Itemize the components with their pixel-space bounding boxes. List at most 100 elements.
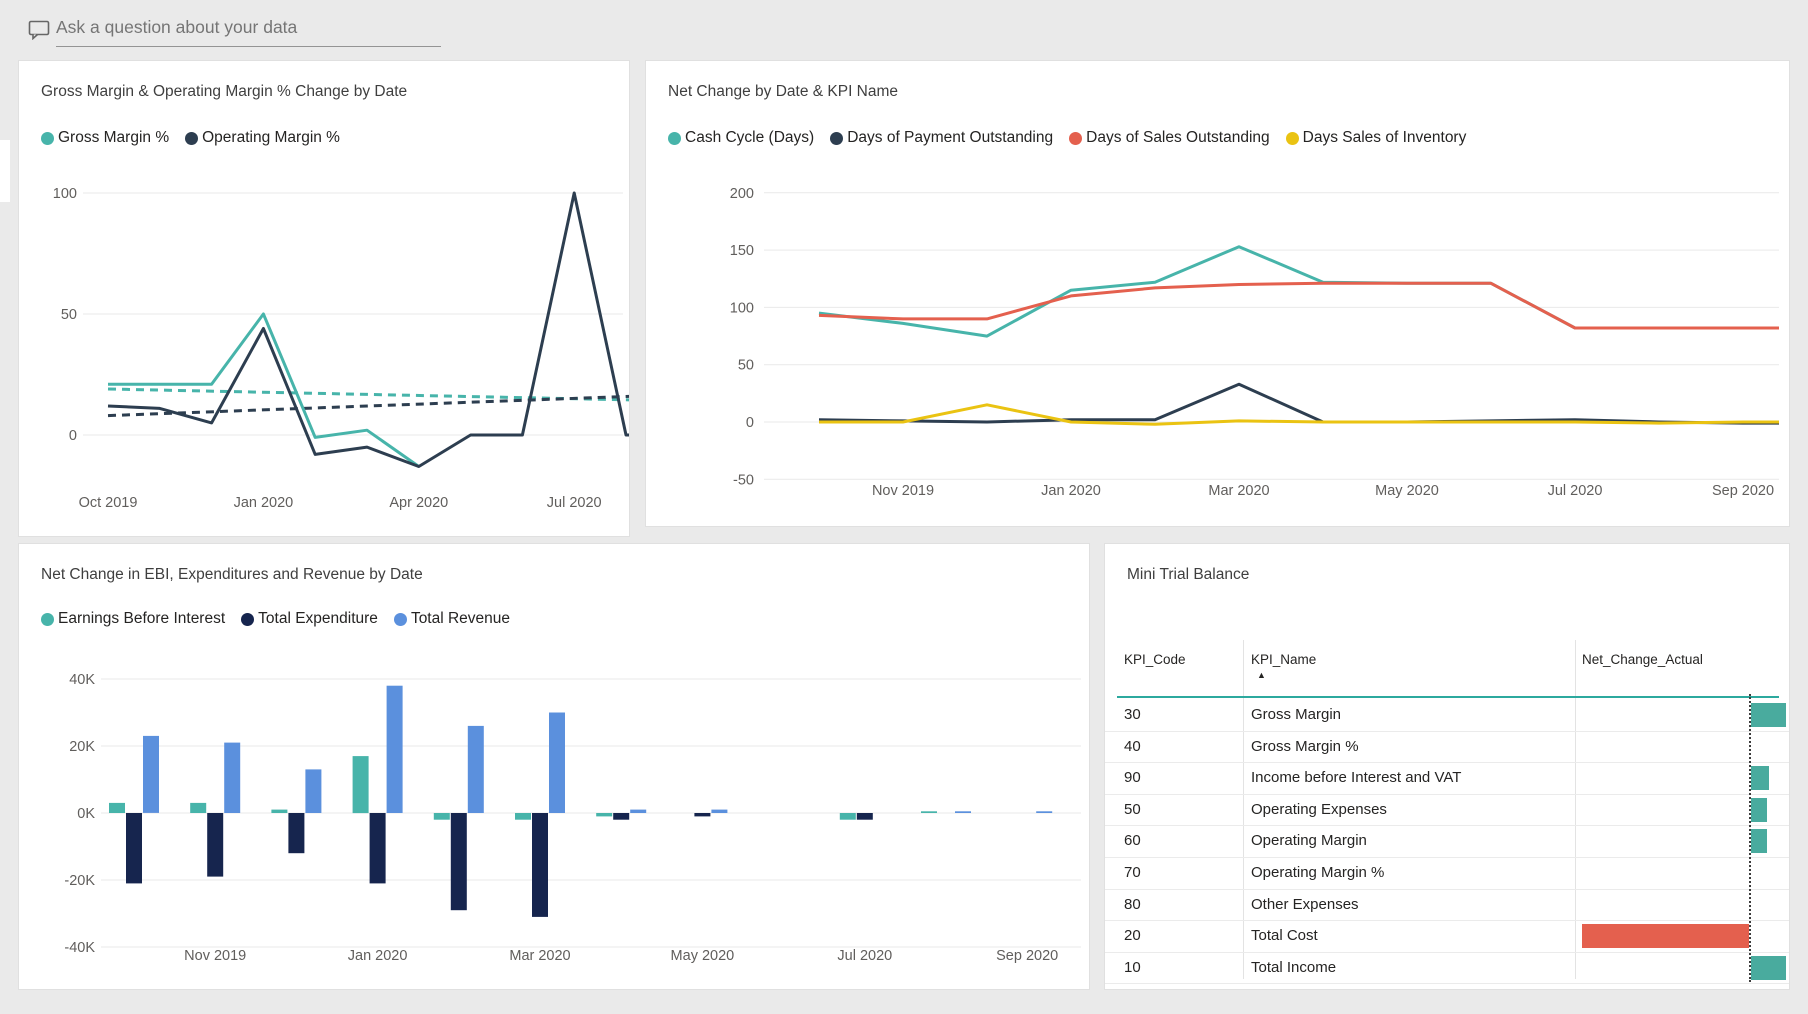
bar[interactable] (143, 735, 159, 813)
series-line[interactable] (818, 281, 1779, 330)
bar[interactable] (630, 809, 647, 813)
net-change-data-bar[interactable] (1582, 924, 1749, 949)
kpi-name-cell: Other Expenses (1251, 895, 1359, 913)
x-tick-label: Nov 2019 (184, 948, 246, 964)
table-row[interactable]: 50 Operating Expenses (1105, 795, 1789, 827)
bar-chart-canvas[interactable]: 40K 20K 0K -20K -40K Nov 2019 Jan 2020 Mar 2020… (19, 544, 1089, 989)
column-header-kpi-name[interactable]: KPI_Name (1251, 652, 1316, 667)
x-tick-label: Jan 2020 (1041, 483, 1101, 499)
x-tick-label: Jan 2020 (234, 495, 294, 511)
kpi-name-cell: Operating Expenses (1251, 800, 1387, 818)
bar[interactable] (126, 813, 142, 884)
y-tick-label: 200 (730, 186, 754, 202)
bar[interactable] (711, 809, 728, 813)
kpi-name-cell: Operating Margin (1251, 832, 1367, 850)
bar[interactable] (109, 802, 125, 813)
net-change-data-bar[interactable] (1751, 703, 1786, 727)
visual-kpi-line-chart: Net Change by Date & KPI Name Cash Cycle… (645, 60, 1790, 527)
bar[interactable] (271, 809, 288, 813)
table-row[interactable]: 40 Gross Margin % (1105, 732, 1789, 764)
bar[interactable] (224, 742, 241, 813)
net-change-data-bar[interactable] (1751, 829, 1767, 854)
bar[interactable] (433, 813, 450, 820)
bar[interactable] (856, 813, 873, 820)
table-row[interactable]: 80 Other Expenses (1105, 890, 1789, 922)
table-row[interactable]: 60 Operating Margin (1105, 826, 1789, 858)
y-tick-label: -40K (64, 940, 95, 956)
bar[interactable] (369, 813, 386, 884)
series-line[interactable] (818, 382, 1779, 425)
table-row[interactable]: 10 Total Income (1105, 953, 1789, 985)
line-chart-canvas[interactable]: 100 50 0 Oct 2019 Jan 2020 Apr 2020 Jul 2020 (19, 61, 629, 536)
y-tick-label: 0K (77, 806, 95, 822)
net-change-data-bar[interactable] (1751, 797, 1767, 822)
header-underline (1117, 696, 1779, 698)
line-chart-canvas[interactable]: 200 150 100 50 0 -50 Nov 2019 Jan 2020 Mar 2020 M… (646, 61, 1789, 526)
y-tick-label: 0 (69, 428, 77, 444)
series-line[interactable] (107, 191, 629, 468)
kpi-code-cell: 10 (1124, 958, 1141, 976)
qna-search[interactable]: Ask a question about your data (28, 14, 488, 50)
series-line[interactable] (818, 245, 1779, 338)
kpi-name-cell: Gross Margin % (1251, 737, 1359, 755)
bar[interactable] (921, 811, 937, 813)
bar[interactable] (532, 813, 548, 917)
visual-mini-trial-balance: Mini Trial Balance KPI_Code KPI_Name Net… (1104, 543, 1790, 990)
table-title: Mini Trial Balance (1127, 566, 1250, 583)
bar[interactable] (1036, 811, 1053, 813)
column-header-kpi-code[interactable]: KPI_Code (1124, 652, 1186, 667)
kpi-name-cell: Gross Margin (1251, 706, 1342, 723)
trend-line[interactable] (107, 394, 629, 418)
qna-underline (56, 46, 441, 47)
table-body: 30 Gross Margin 40 Gross Margin % 90 Income b… (1105, 700, 1789, 985)
bar[interactable] (207, 813, 224, 877)
bar[interactable] (352, 756, 369, 814)
y-tick-label: -20K (64, 873, 95, 889)
qna-placeholder: Ask a question about your data (56, 17, 298, 37)
y-tick-label: 50 (738, 358, 754, 374)
table-row[interactable]: 90 Income before Interest and VAT (1105, 763, 1789, 795)
bar[interactable] (613, 813, 630, 820)
table-row[interactable]: 20 Total Cost (1105, 921, 1789, 953)
kpi-code-cell: 80 (1124, 895, 1141, 913)
visual-ebi-bar-chart: Net Change in EBI, Expenditures and Reve… (18, 543, 1090, 990)
bar[interactable] (190, 802, 207, 813)
sort-ascending-icon: ▲ (1257, 670, 1266, 680)
y-tick-label: 50 (61, 307, 77, 323)
kpi-name-cell: Total Cost (1251, 927, 1318, 945)
net-change-data-bar[interactable] (1751, 766, 1769, 791)
bar[interactable] (288, 813, 305, 854)
x-tick-label: Apr 2020 (389, 495, 448, 511)
table-row[interactable]: 30 Gross Margin (1105, 700, 1789, 732)
x-tick-label: Jul 2020 (1548, 483, 1603, 499)
bar[interactable] (386, 685, 403, 813)
bar[interactable] (596, 813, 613, 817)
bar[interactable] (955, 811, 971, 813)
kpi-name-cell: Income before Interest and VAT (1251, 769, 1462, 787)
y-tick-label: 40K (69, 672, 95, 688)
x-tick-label: Jul 2020 (547, 495, 602, 511)
kpi-code-cell: 60 (1124, 832, 1141, 850)
x-tick-label: Mar 2020 (509, 948, 570, 964)
column-header-net-change-actual[interactable]: Net_Change_Actual (1582, 652, 1703, 667)
kpi-code-cell: 50 (1124, 800, 1141, 818)
bar[interactable] (305, 769, 322, 813)
kpi-code-cell: 40 (1124, 737, 1141, 755)
x-tick-label: Oct 2019 (79, 495, 138, 511)
chat-bubble-icon (28, 18, 50, 45)
collapsed-pane-edge (0, 140, 10, 202)
bar[interactable] (839, 813, 856, 820)
table-row[interactable]: 70 Operating Margin % (1105, 858, 1789, 890)
bar[interactable] (694, 813, 711, 817)
bar[interactable] (515, 813, 531, 820)
zero-axis-dotted-line (1749, 694, 1751, 982)
bar[interactable] (549, 712, 565, 814)
kpi-code-cell: 20 (1124, 927, 1141, 945)
bar[interactable] (450, 813, 467, 911)
trend-line[interactable] (107, 387, 629, 402)
net-change-data-bar[interactable] (1751, 955, 1786, 980)
y-tick-label: 20K (69, 739, 95, 755)
kpi-code-cell: 90 (1124, 769, 1141, 787)
bar[interactable] (467, 725, 484, 813)
y-tick-label: 0 (746, 415, 754, 431)
